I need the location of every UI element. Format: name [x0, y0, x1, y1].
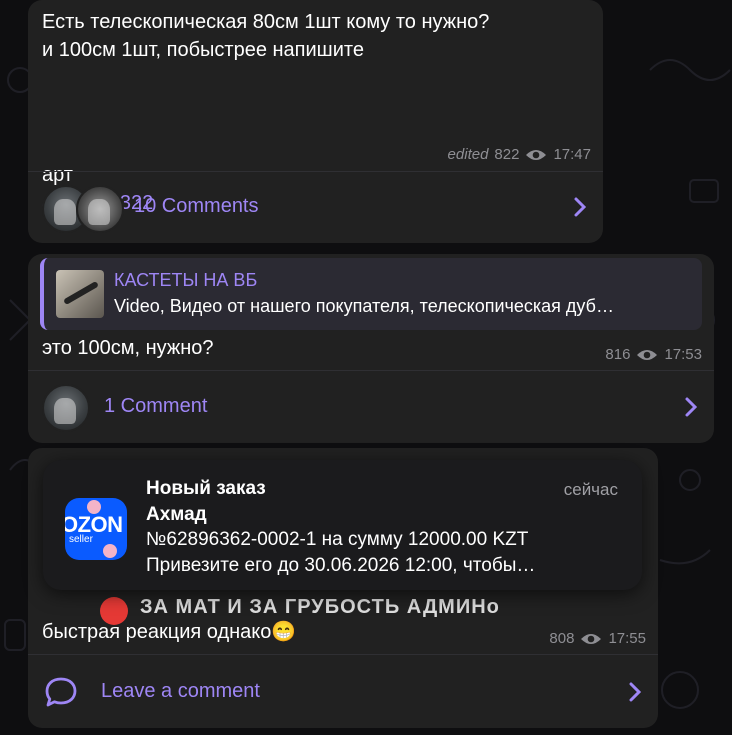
notification-title: Новый заказ [146, 478, 266, 499]
comments-button[interactable]: 10 Comments [28, 172, 603, 243]
stop-sign-icon [100, 597, 128, 625]
chevron-right-icon [629, 682, 642, 702]
ozon-seller-text: seller [69, 534, 93, 545]
edited-label: edited [447, 146, 489, 163]
push-notification[interactable]: OZON seller Новый заказ сейчас Ахмад №62… [43, 460, 642, 590]
comments-button[interactable]: 1 Comment [28, 371, 714, 443]
message-time: 17:47 [553, 146, 591, 163]
reply-subtitle: Video, Видео от нашего покупателя, телес… [114, 296, 614, 316]
message-time: 17:53 [664, 346, 702, 363]
message-meta: 808 17:55 [549, 630, 646, 647]
message-bubble-1[interactable]: Есть телескопическая 80см 1шт кому то ну… [28, 0, 603, 243]
comments-label: Leave a comment [101, 680, 260, 702]
views-count: 808 [549, 630, 575, 647]
message-bubble-2[interactable]: КАСТЕТЫ НА ВБ Video, Видео от нашего пок… [28, 254, 714, 443]
avatar [42, 384, 90, 432]
message-text: быстрая реакция однако😁 [42, 621, 297, 643]
comments-button[interactable]: Leave a comment [28, 655, 658, 728]
message-text: Есть телескопическая 80см 1шт кому то ну… [42, 11, 490, 61]
chevron-right-icon [685, 397, 698, 417]
comments-label: 10 Comments [134, 195, 259, 217]
notification-line-1: №62896362-0002-1 на сумму 12000.00 KZT [146, 529, 529, 550]
reply-preview[interactable]: КАСТЕТЫ НА ВБ Video, Видео от нашего пок… [40, 258, 702, 330]
chevron-right-icon [574, 197, 587, 217]
eye-icon [637, 349, 658, 360]
eye-icon [581, 633, 602, 644]
reply-thumbnail [56, 270, 104, 318]
message-time: 17:55 [608, 630, 646, 647]
hidden-message-fragment: ЗА МАТ И ЗА ГРУБОСТЬ АДМИНо [140, 596, 500, 618]
avatar [76, 185, 124, 233]
ozon-seller-app-icon: OZON seller [65, 498, 127, 560]
message-meta: 816 17:53 [605, 346, 702, 363]
comments-label: 1 Comment [104, 395, 208, 417]
notification-time: сейчас [563, 480, 618, 499]
eye-icon [526, 149, 547, 160]
views-count: 822 [494, 146, 520, 163]
comment-bubble-icon [45, 677, 77, 707]
reply-title: КАСТЕТЫ НА ВБ [114, 270, 258, 290]
message-meta: edited 822 17:47 [448, 146, 591, 163]
notification-line-2: Привезите его до 30.06.2026 12:00, чтобы… [146, 555, 536, 576]
message-text: это 100см, нужно? [42, 337, 214, 359]
views-count: 816 [605, 346, 631, 363]
notification-sender: Ахмад [146, 504, 207, 525]
